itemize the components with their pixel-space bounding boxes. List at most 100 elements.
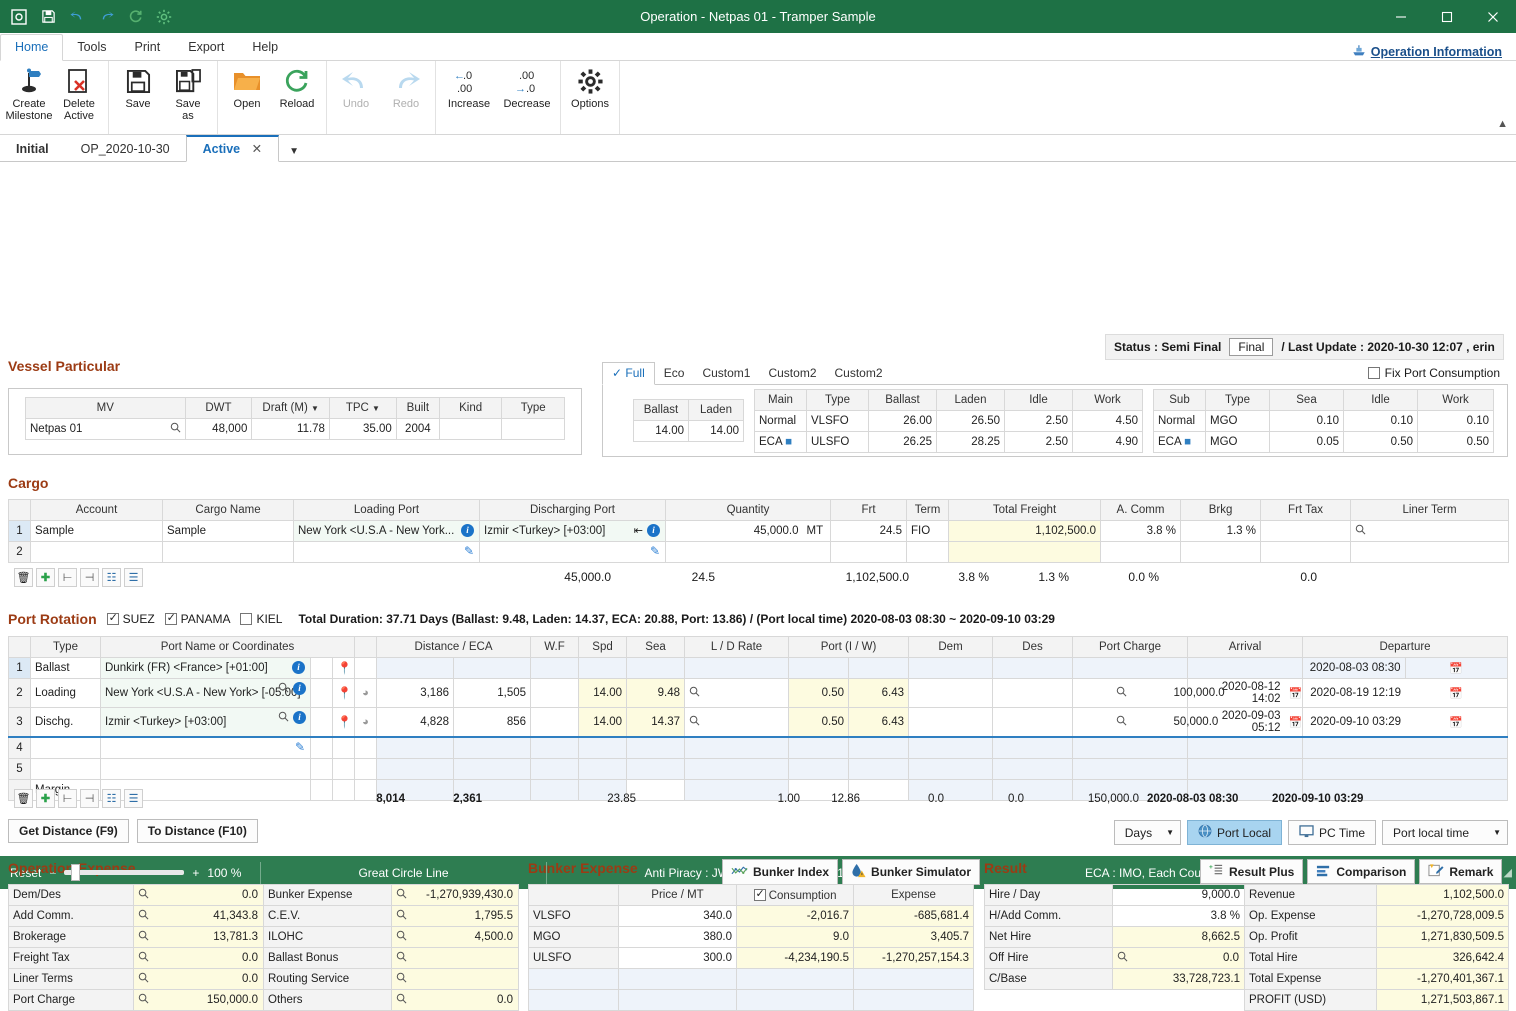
cell-dem[interactable] bbox=[908, 736, 994, 759]
cell-map-pin[interactable]: 📍 bbox=[332, 657, 355, 679]
cell-term[interactable] bbox=[906, 541, 950, 563]
cell-sub-sea-eca[interactable]: 0.05 bbox=[1269, 430, 1344, 453]
cell-arrival[interactable] bbox=[1187, 736, 1304, 759]
cell-wf[interactable] bbox=[530, 736, 580, 759]
ribbon-collapse-icon[interactable]: ▲ bbox=[1497, 118, 1508, 130]
cell-map-pin[interactable]: 📍 bbox=[332, 678, 355, 708]
cell-main-ballast-normal[interactable]: 26.00 bbox=[868, 409, 937, 432]
cell-consumption-mgo[interactable]: 9.0 bbox=[736, 926, 854, 948]
value-cev[interactable]: 1,795.5 bbox=[391, 905, 519, 927]
cell-cargo-name[interactable]: Sample bbox=[162, 520, 294, 542]
table-row[interactable]: 3 Dischg. Izmir <Turkey> [+03:00] i 📍 ◕ … bbox=[8, 707, 1509, 738]
merge-rows-icon[interactable]: ☷ bbox=[102, 567, 121, 587]
cell-discharging-port[interactable]: Izmir <Turkey> [+03:00] ⇤ i bbox=[479, 520, 666, 542]
cell-frt-tax[interactable] bbox=[1260, 520, 1352, 542]
cell-price-vlsfo[interactable]: 340.0 bbox=[618, 905, 737, 927]
map-pin-icon[interactable]: 📍 bbox=[337, 686, 352, 700]
decrease-decimal-button[interactable]: .00 → .0 Decrease bbox=[498, 61, 556, 134]
search-icon[interactable] bbox=[138, 930, 149, 944]
cell-arrival[interactable] bbox=[1187, 657, 1304, 679]
value-net-hire[interactable]: 8,662.5 bbox=[1112, 926, 1245, 948]
cell-port-w[interactable] bbox=[848, 657, 910, 679]
cell-sub-type-normal[interactable]: MGO bbox=[1205, 409, 1270, 432]
value-brokerage[interactable]: 13,781.3 bbox=[133, 926, 264, 948]
insert-row-icon[interactable]: ⊢ bbox=[58, 789, 77, 808]
cell-speed-laden[interactable]: 14.00 bbox=[688, 420, 744, 442]
cell-cargo-name[interactable] bbox=[162, 541, 294, 563]
cell-account[interactable] bbox=[30, 541, 163, 563]
cell-ld-rate[interactable] bbox=[684, 757, 790, 780]
comparison-button[interactable]: Comparison bbox=[1307, 859, 1416, 884]
cell-gauge[interactable]: ◕ bbox=[354, 707, 377, 738]
menu-item-export[interactable]: Export bbox=[174, 35, 238, 60]
cell-brkg[interactable]: 1.3 % bbox=[1180, 520, 1262, 542]
table-row[interactable] bbox=[528, 989, 974, 1011]
value-others[interactable]: 0.0 bbox=[391, 989, 519, 1011]
cell-departure[interactable]: 2020-08-03 08:30 bbox=[1302, 657, 1406, 679]
cell-fuel-empty[interactable] bbox=[528, 968, 619, 990]
search-icon[interactable] bbox=[689, 715, 700, 729]
app-icon[interactable] bbox=[6, 5, 32, 29]
cell-type[interactable] bbox=[501, 418, 565, 440]
cell-total-freight[interactable] bbox=[948, 541, 1102, 563]
chevron-down-icon[interactable]: ▼ bbox=[311, 404, 319, 413]
save-icon[interactable] bbox=[35, 5, 61, 29]
search-icon[interactable] bbox=[138, 993, 149, 1007]
search-icon[interactable] bbox=[138, 951, 149, 965]
table-row[interactable]: PROFIT (USD) 1,271,503,867.1 bbox=[985, 989, 1509, 1011]
cell-quantity[interactable]: 45,000.0 bbox=[665, 520, 803, 542]
cell-wf[interactable] bbox=[530, 678, 580, 708]
cell-port-charge[interactable] bbox=[1072, 657, 1189, 679]
tab-custom2b[interactable]: Custom2 bbox=[826, 363, 892, 384]
cell-sub-idle-normal[interactable]: 0.10 bbox=[1343, 409, 1418, 432]
create-milestone-button[interactable]: Create Milestone bbox=[4, 61, 54, 134]
cell-sub-work-eca[interactable]: 0.50 bbox=[1417, 430, 1494, 453]
cell-wf[interactable] bbox=[530, 707, 580, 738]
reload-button[interactable]: Reload bbox=[272, 61, 322, 134]
close-icon[interactable]: ✕ bbox=[252, 142, 262, 156]
cell-port-charge[interactable] bbox=[1072, 736, 1189, 759]
search-icon[interactable] bbox=[138, 888, 149, 902]
cell-a-comm[interactable] bbox=[1100, 541, 1182, 563]
cell-spd[interactable] bbox=[578, 757, 628, 780]
cell-sub-type-eca[interactable]: MGO bbox=[1205, 430, 1270, 453]
search-icon[interactable] bbox=[1117, 951, 1128, 965]
search-icon[interactable] bbox=[396, 888, 407, 902]
cell-draft[interactable]: 11.78 bbox=[251, 418, 330, 440]
tab-custom1[interactable]: Custom1 bbox=[693, 363, 759, 384]
cell-port-name[interactable]: Izmir <Turkey> [+03:00] i bbox=[100, 707, 311, 738]
table-row[interactable]: C/Base 33,728,723.1 Total Expense -1,270… bbox=[984, 968, 1509, 990]
table-row[interactable]: Dem/Des 0.0 Bunker Expense -1,270,939,43… bbox=[8, 884, 519, 906]
consumption-checkbox[interactable] bbox=[753, 887, 766, 901]
cell-port-i[interactable]: 0.50 bbox=[788, 707, 850, 738]
cell-expense-empty[interactable] bbox=[853, 989, 974, 1011]
save-button[interactable]: Save bbox=[113, 61, 163, 134]
cell-price-empty[interactable] bbox=[618, 968, 737, 990]
cell-type[interactable] bbox=[30, 757, 101, 780]
table-row[interactable]: Normal VLSFO 26.00 26.50 2.50 4.50 bbox=[754, 409, 1143, 432]
cell-departure[interactable]: 2020-08-19 12:19 bbox=[1302, 678, 1406, 708]
chevron-down-icon[interactable]: ▼ bbox=[279, 142, 309, 161]
cell-total-freight[interactable]: 1,102,500.0 bbox=[948, 520, 1102, 542]
split-rows-icon[interactable]: ☰ bbox=[124, 567, 143, 587]
calendar-icon[interactable]: 📅 bbox=[1449, 717, 1463, 729]
split-rows-icon[interactable]: ☰ bbox=[124, 789, 143, 808]
cell-eca[interactable]: 856 bbox=[452, 707, 532, 738]
redo-button[interactable]: Redo bbox=[381, 61, 431, 134]
search-icon[interactable] bbox=[138, 909, 149, 923]
tab-full[interactable]: ✓ Full bbox=[602, 362, 655, 385]
to-distance-button[interactable]: To Distance (F10) bbox=[136, 819, 258, 843]
delete-row-icon[interactable]: 🗑 bbox=[14, 789, 33, 808]
cell-port-charge[interactable]: 100,000.0 bbox=[1169, 678, 1225, 708]
cell-account[interactable]: Sample bbox=[30, 520, 163, 542]
cell-port-w[interactable]: 6.43 bbox=[848, 707, 910, 738]
add-row-icon[interactable]: ✚ bbox=[36, 789, 55, 808]
cell-fuel-empty[interactable] bbox=[528, 989, 619, 1011]
cell-main-type-eca[interactable]: ULSFO bbox=[806, 430, 869, 453]
info-icon[interactable]: i bbox=[293, 711, 306, 724]
resize-grip-icon[interactable]: ◢ bbox=[1504, 866, 1516, 879]
table-row[interactable]: Port Charge 150,000.0 Others 0.0 bbox=[8, 989, 519, 1011]
cell-eca[interactable] bbox=[452, 757, 532, 780]
cell-frt[interactable] bbox=[830, 541, 908, 563]
table-row[interactable]: 5 bbox=[8, 757, 1508, 780]
